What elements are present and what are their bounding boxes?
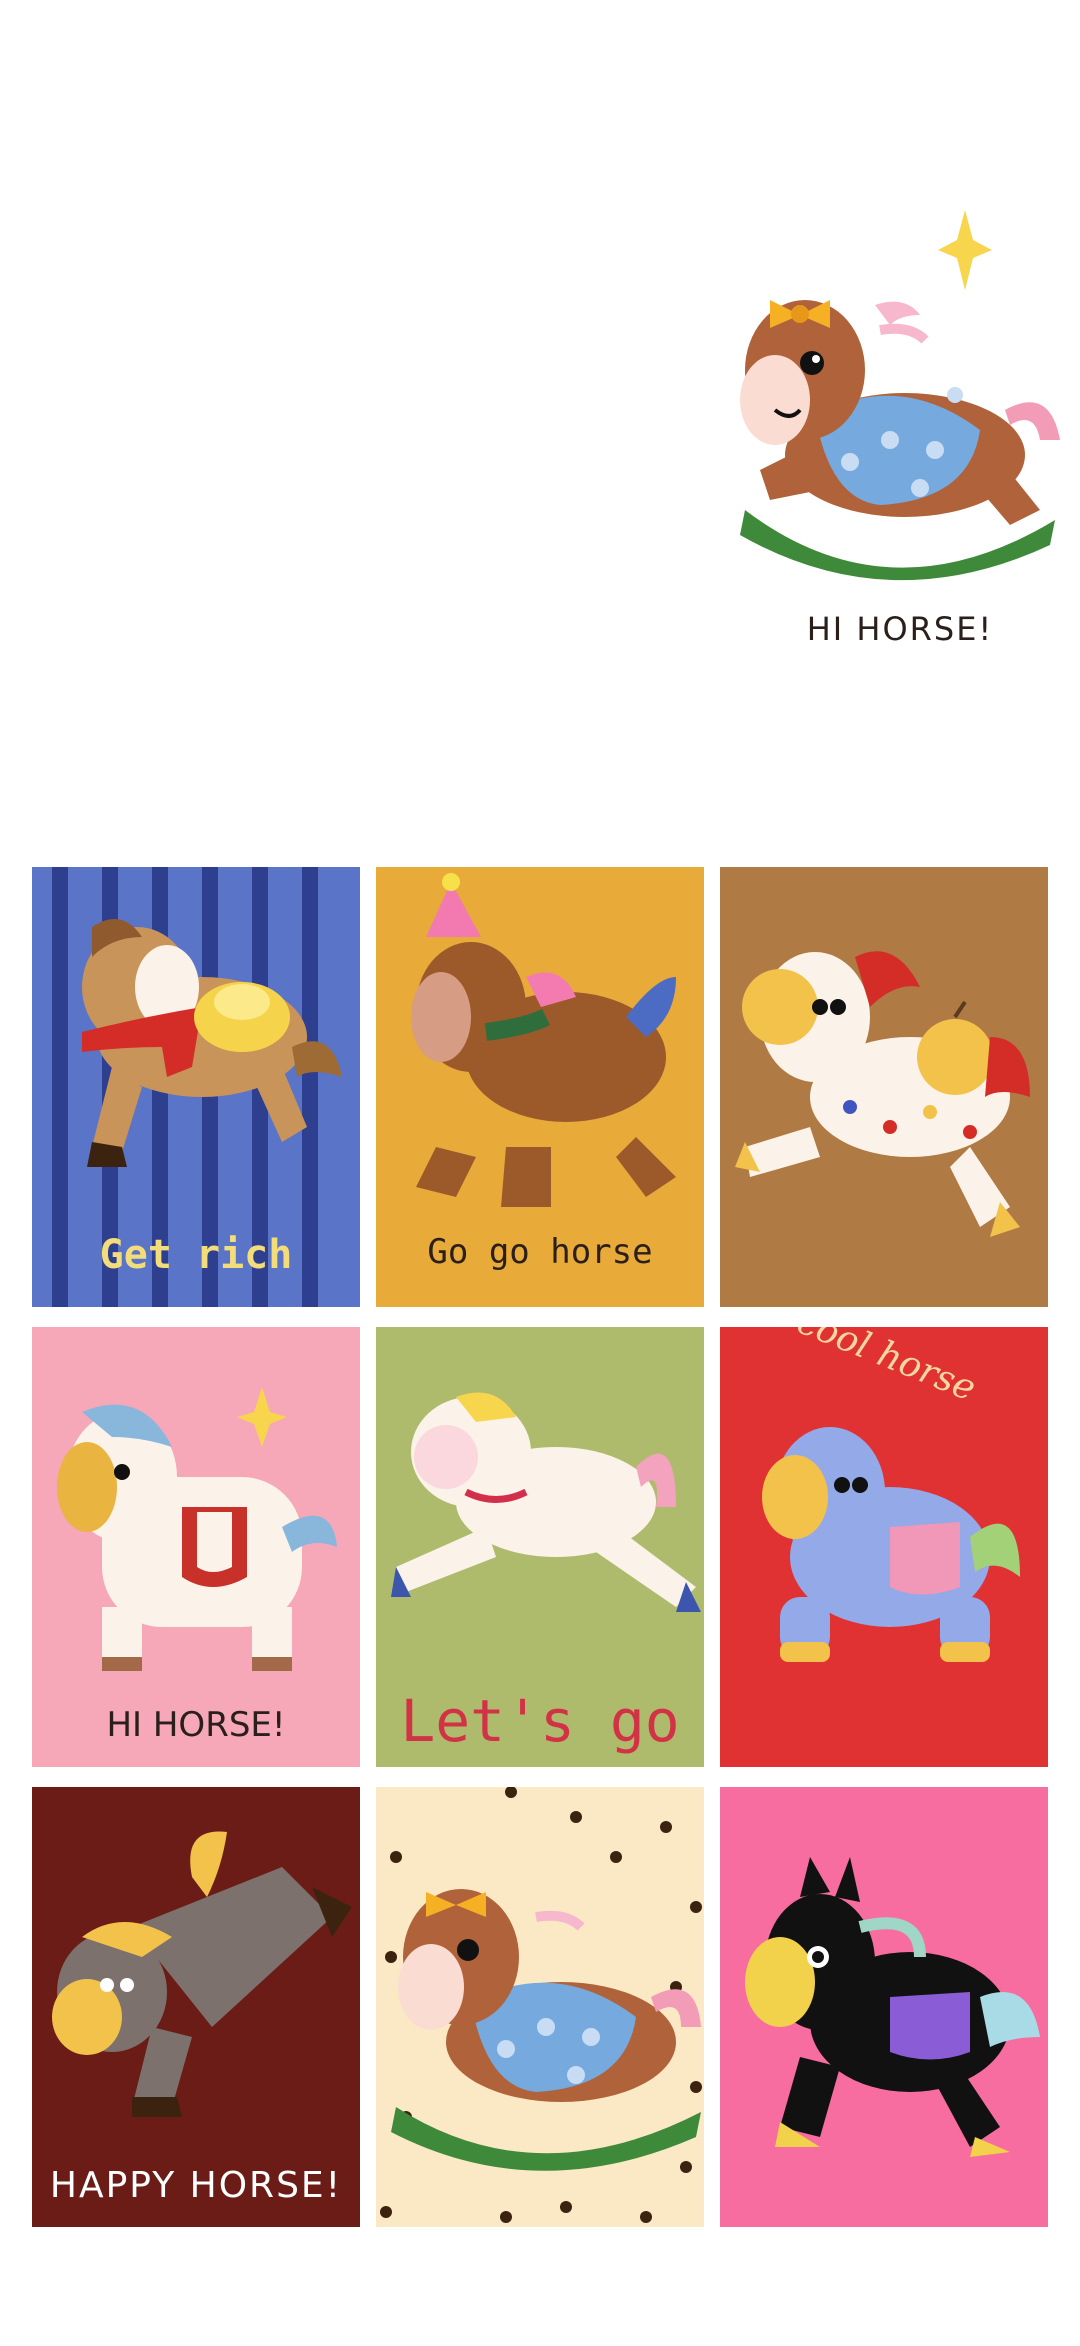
card-black-horse[interactable] <box>720 1787 1048 2227</box>
horse-black-illustration <box>745 1857 1040 2157</box>
card-caption: Get rich <box>99 1232 293 1278</box>
card-happy-horse[interactable]: HAPPY HORSE! <box>32 1787 360 2227</box>
rocking-horse-illustration <box>740 210 1060 581</box>
card-get-rich[interactable]: Get rich <box>32 867 360 1307</box>
sticker-grid: Get rich Go go horse HI HORSE! Let's go … <box>32 867 1048 2227</box>
card-caption: Let's go <box>400 1687 680 1755</box>
sparkle-icon <box>938 210 992 290</box>
card-go-go-horse[interactable]: Go go horse <box>376 867 704 1307</box>
card-orange-horse[interactable] <box>720 867 1048 1307</box>
hero-caption: HI HORSE! <box>806 610 994 648</box>
card-rocking-horse[interactable] <box>376 1787 704 2227</box>
card-caption: Go go horse <box>427 1232 653 1272</box>
card-lets-go[interactable]: Let's go <box>376 1327 704 1767</box>
card-cool-horse[interactable]: cool horse <box>720 1327 1048 1767</box>
horse-orange-illustration <box>735 951 1030 1237</box>
horse-grey-illustration <box>52 1831 352 2117</box>
card-hi-horse[interactable]: HI HORSE! <box>32 1327 360 1767</box>
card-caption: HI HORSE! <box>106 1705 286 1745</box>
horse-saddle-illustration <box>57 1387 337 1671</box>
hero-illustration: HI HORSE! <box>720 200 1080 660</box>
card-caption: HAPPY HORSE! <box>49 2165 343 2206</box>
rocking-horse-dotted-illustration <box>380 1787 702 2223</box>
